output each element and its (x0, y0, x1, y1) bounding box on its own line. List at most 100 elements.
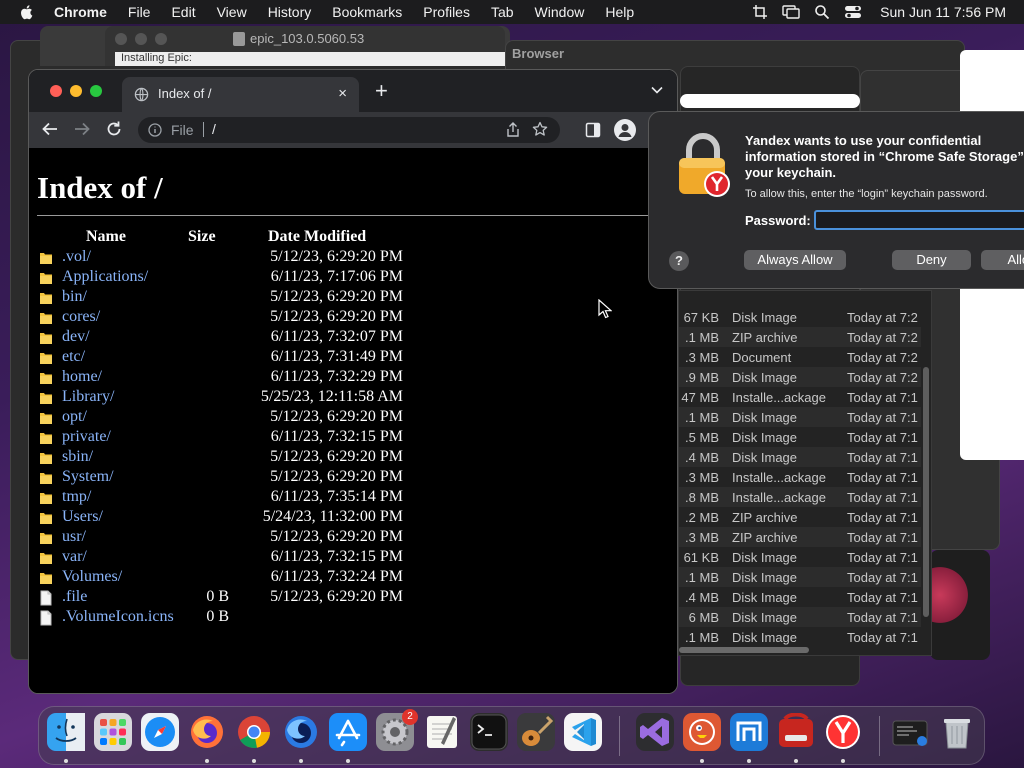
spotlight-search-icon[interactable] (814, 4, 830, 20)
entry-name-link[interactable]: Applications/ (62, 268, 148, 286)
directory-entry[interactable]: sbin/5/12/23, 6:29:20 PM (29, 448, 677, 468)
menu-view[interactable]: View (217, 4, 247, 20)
finder-row[interactable]: .1 MB Disk Image Today at 7:1 (679, 407, 921, 427)
directory-entry[interactable]: Volumes/6/11/23, 7:32:24 PM (29, 568, 677, 588)
directory-entry[interactable]: etc/6/11/23, 7:31:49 PM (29, 348, 677, 368)
entry-name-link[interactable]: tmp/ (62, 488, 91, 506)
window-zoom-button[interactable] (155, 33, 167, 45)
directory-entry[interactable]: bin/5/12/23, 6:29:20 PM (29, 288, 677, 308)
entry-name-link[interactable]: opt/ (62, 408, 87, 426)
entry-name-link[interactable]: private/ (62, 428, 111, 446)
directory-entry[interactable]: Users/5/24/23, 11:32:00 PM (29, 508, 677, 528)
directory-entry[interactable]: home/6/11/23, 7:32:29 PM (29, 368, 677, 388)
entry-name-link[interactable]: .VolumeIcon.icns (62, 608, 174, 626)
dock-maxthon[interactable] (730, 713, 768, 751)
window-close-button[interactable] (115, 33, 127, 45)
new-tab-button[interactable]: + (375, 80, 388, 102)
address-bar[interactable]: File / (138, 117, 560, 143)
menu-help[interactable]: Help (605, 4, 634, 20)
entry-name-link[interactable]: var/ (62, 548, 87, 566)
address-url[interactable]: / (212, 121, 216, 137)
window-close-button[interactable] (50, 85, 62, 97)
finder-row[interactable]: .4 MB Disk Image Today at 7:1 (679, 587, 921, 607)
apple-logo-icon[interactable] (18, 3, 36, 21)
directory-entry[interactable]: .file 0 B 5/12/23, 6:29:20 PM (29, 588, 677, 608)
dock-visual-studio[interactable] (636, 713, 674, 751)
finder-row[interactable]: .2 MB ZIP archive Today at 7:1 (679, 507, 921, 527)
window-zoom-button[interactable] (90, 85, 102, 97)
finder-row[interactable]: .9 MB Disk Image Today at 7:2 (679, 367, 921, 387)
directory-entry[interactable]: var/6/11/23, 7:32:15 PM (29, 548, 677, 568)
dock-vscode[interactable] (564, 713, 602, 751)
dock-epic-installer[interactable] (777, 713, 815, 751)
entry-name-link[interactable]: usr/ (62, 528, 86, 546)
tab-close-icon[interactable]: × (338, 85, 347, 102)
directory-entry[interactable]: Library/5/25/23, 12:11:58 AM (29, 388, 677, 408)
menu-app-chrome[interactable]: Chrome (54, 4, 107, 20)
dock-textedit[interactable] (423, 713, 461, 751)
screen-mirroring-icon[interactable] (782, 4, 800, 20)
entry-name-link[interactable]: .vol/ (62, 248, 91, 266)
finder-row[interactable]: 67 KB Disk Image Today at 7:2 (679, 307, 921, 327)
info-icon[interactable] (148, 123, 162, 137)
dock-firefox[interactable] (188, 713, 226, 751)
menu-window[interactable]: Window (535, 4, 585, 20)
dock-terminal[interactable] (470, 713, 508, 751)
deny-button[interactable]: Deny (892, 250, 971, 270)
menu-history[interactable]: History (268, 4, 312, 20)
finder-row[interactable]: 6 MB Disk Image Today at 7:1 (679, 607, 921, 627)
window-minimize-button[interactable] (135, 33, 147, 45)
directory-entry[interactable]: usr/5/12/23, 6:29:20 PM (29, 528, 677, 548)
entry-name-link[interactable]: System/ (62, 468, 114, 486)
directory-entry[interactable]: System/5/12/23, 6:29:20 PM (29, 468, 677, 488)
finder-row[interactable]: .1 MB ZIP archive Today at 7:2 (679, 327, 921, 347)
forward-arrow-icon[interactable] (73, 120, 91, 138)
dock-instruments[interactable] (517, 713, 555, 751)
chevron-down-icon[interactable] (651, 86, 663, 94)
dock-system-settings[interactable]: 2 (376, 709, 418, 751)
entry-name-link[interactable]: dev/ (62, 328, 90, 346)
menu-tab[interactable]: Tab (491, 4, 514, 20)
back-arrow-icon[interactable] (41, 120, 59, 138)
window-minimize-button[interactable] (70, 85, 82, 97)
always-allow-button[interactable]: Always Allow (744, 250, 846, 270)
password-input[interactable] (814, 210, 1024, 230)
dock-chrome[interactable] (235, 713, 273, 751)
dock-duckduckgo[interactable] (683, 713, 721, 751)
dock-finder[interactable] (47, 713, 85, 751)
profile-avatar[interactable] (614, 119, 636, 141)
finder-row[interactable]: .1 MB Disk Image Today at 7:1 (679, 567, 921, 587)
finder-row[interactable]: .1 MB Disk Image Today at 7:1 (679, 627, 921, 647)
finder-row[interactable]: .3 MB Document Today at 7:2 (679, 347, 921, 367)
directory-entry[interactable]: cores/5/12/23, 6:29:20 PM (29, 308, 677, 328)
crop-icon[interactable] (752, 4, 768, 20)
finder-row[interactable]: 61 KB Disk Image Today at 7:1 (679, 547, 921, 567)
directory-entry[interactable]: dev/6/11/23, 7:32:07 PM (29, 328, 677, 348)
directory-entry[interactable]: opt/5/12/23, 6:29:20 PM (29, 408, 677, 428)
finder-row[interactable]: .8 MB Installe...ackage Today at 7:1 (679, 487, 921, 507)
share-icon[interactable] (506, 122, 520, 138)
directory-entry[interactable]: tmp/6/11/23, 7:35:14 PM (29, 488, 677, 508)
allow-button[interactable]: Allow (981, 250, 1024, 270)
menu-file[interactable]: File (128, 4, 151, 20)
finder-row[interactable]: .5 MB Disk Image Today at 7:1 (679, 427, 921, 447)
dock-firefox-developer[interactable] (282, 713, 320, 751)
control-center-icon[interactable] (844, 4, 862, 20)
vertical-scrollbar[interactable] (923, 367, 929, 617)
menu-clock[interactable]: Sun Jun 11 7:56 PM (880, 4, 1006, 20)
dock-app-store[interactable] (329, 713, 367, 751)
finder-row[interactable]: .3 MB Installe...ackage Today at 7:1 (679, 467, 921, 487)
entry-name-link[interactable]: sbin/ (62, 448, 93, 466)
menu-profiles[interactable]: Profiles (423, 4, 470, 20)
menu-edit[interactable]: Edit (171, 4, 195, 20)
help-button[interactable]: ? (669, 251, 689, 271)
directory-entry[interactable]: .vol/5/12/23, 6:29:20 PM (29, 248, 677, 268)
reload-icon[interactable] (105, 120, 123, 138)
entry-name-link[interactable]: home/ (62, 368, 102, 386)
entry-name-link[interactable]: Users/ (62, 508, 103, 526)
dock-trash[interactable] (938, 713, 976, 751)
entry-name-link[interactable]: bin/ (62, 288, 87, 306)
bookmark-star-icon[interactable] (532, 121, 548, 137)
entry-name-link[interactable]: .file (62, 588, 87, 606)
menu-bookmarks[interactable]: Bookmarks (332, 4, 402, 20)
